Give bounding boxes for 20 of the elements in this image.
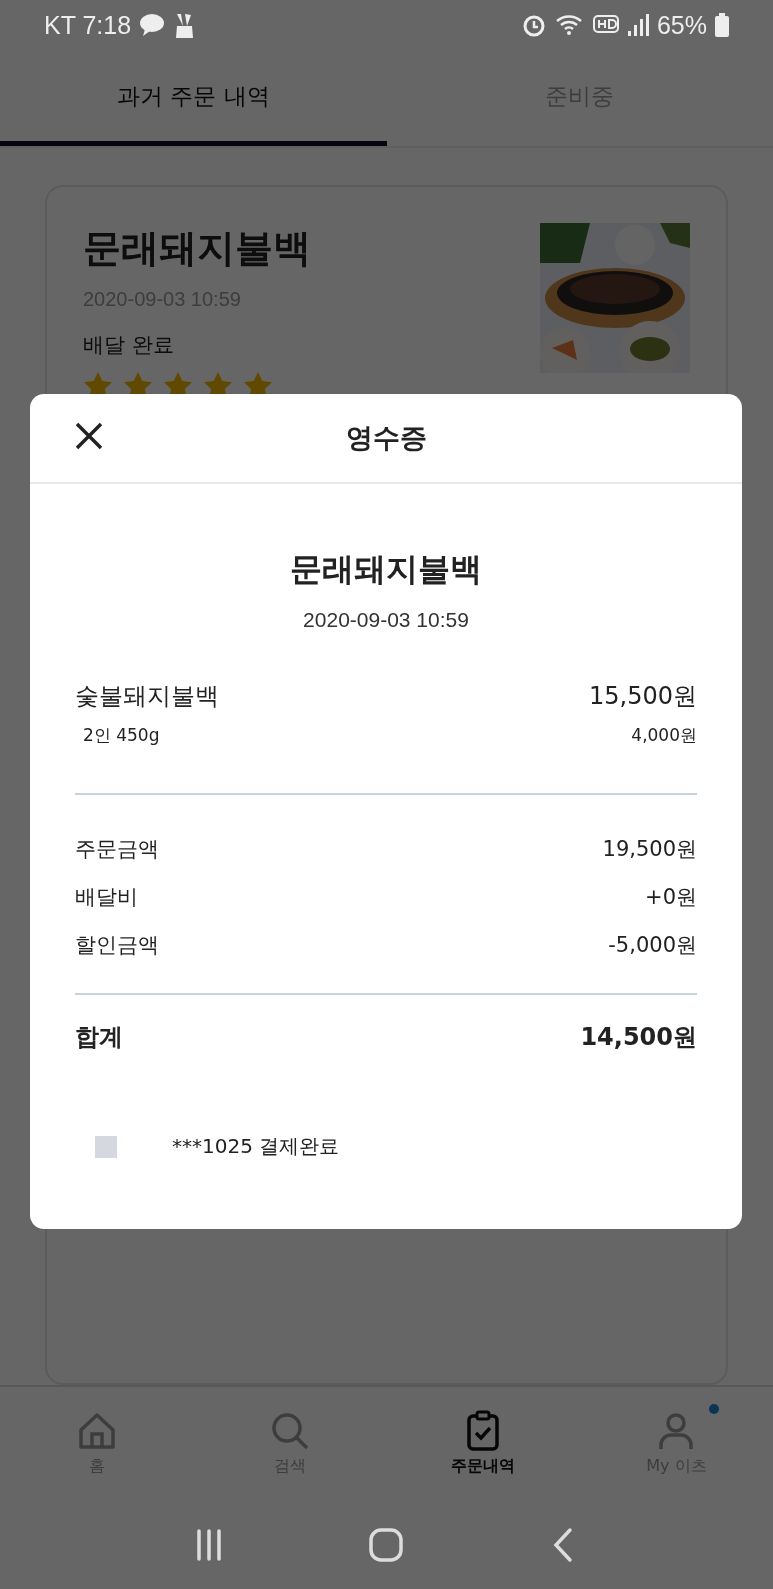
summary-label: 배달비 [75,884,138,911]
status-time: KT 7:18 [44,10,132,40]
option-price: 4,000원 [631,724,697,747]
menu-item-name: 숯불돼지불백 [75,681,219,712]
summary-label: 주문금액 [75,836,159,863]
option-name: 2인 450g [83,724,160,747]
store-name: 문래돼지불백 [83,224,311,272]
menu-item-price: 15,500원 [589,681,697,712]
total-amount: 14,500원 [580,1022,697,1053]
summary-value: 19,500원 [602,836,697,863]
summary-value: +0원 [645,884,697,911]
summary-label: 할인금액 [75,932,159,959]
payment-status: ***1025 결제완료 [172,1133,340,1160]
dialog-title: 영수증 [345,421,427,455]
store-name: 문래돼지불백 [289,549,483,590]
order-date: 2020-09-03 10:59 [302,608,470,632]
battery-percent: 65% [656,10,707,40]
summary-value: -5,000원 [608,932,697,959]
total-label: 합계 [75,1022,123,1053]
order-status: 배달 완료 [83,331,175,359]
